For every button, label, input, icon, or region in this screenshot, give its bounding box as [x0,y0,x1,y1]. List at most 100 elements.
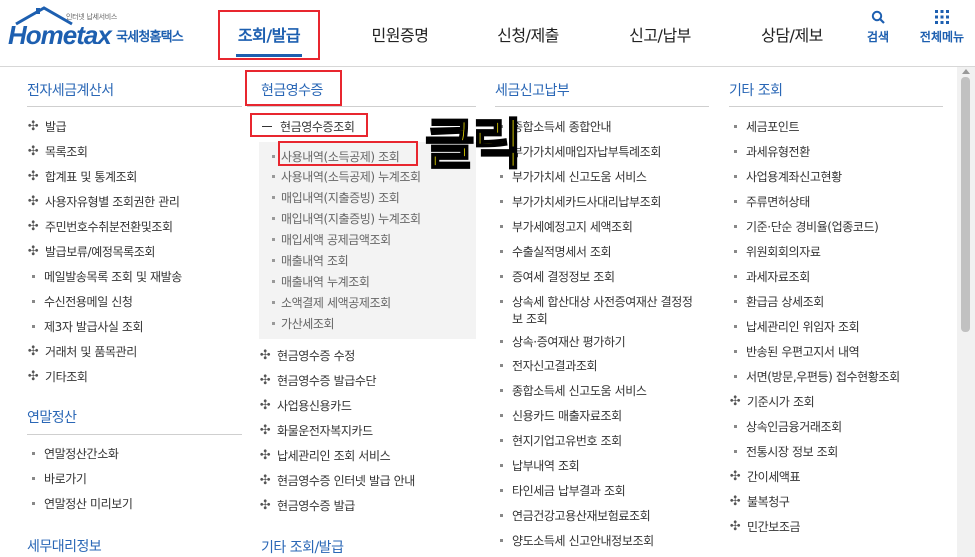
scroll-up-icon[interactable] [962,69,970,74]
vertical-scrollbar[interactable] [957,67,975,557]
menu-item[interactable]: 납부내역 조회 [495,457,580,474]
col-title-other-issue[interactable]: 기타 조회/발급 [261,537,344,557]
plus-icon: ✣ [259,423,271,438]
menu-item[interactable]: 주류면허상태 [729,193,810,210]
menu-item-label: 합계표 및 통계조회 [45,170,137,184]
menu-item[interactable]: 부가가치세카드사대리납부조회 [495,193,661,210]
bullet-icon [734,125,737,128]
plus-icon: ✣ [27,219,39,234]
search-button[interactable]: 검색 [860,10,896,45]
menu-item[interactable]: 환급금 상세조회 [729,293,824,310]
plus-icon: ✣ [259,498,271,513]
menu-item-label: 신용카드 매출자료조회 [512,409,622,423]
menu-item[interactable]: ✣ 화물운전자복지카드 [259,422,373,439]
menu-item[interactable]: 메일발송목록 조회 및 재발송 [27,268,182,285]
menu-item[interactable]: 사업용계좌신고현황 [729,168,842,185]
menu-item[interactable]: 상속세 합산대상 사전증여재산 결정정 [495,293,693,310]
menu-item-label: 수신전용메일 신청 [44,295,133,309]
submenu-item[interactable]: 매입내역(지출증빙) 조회 [272,189,400,206]
col-title-tax-agent[interactable]: 세무대리정보 [27,536,102,556]
menu-item[interactable]: ✣ 현금영수증 발급 [259,497,356,514]
menu-item-label: 부가가치세 신고도움 서비스 [512,170,647,184]
menu-item-continuation[interactable]: 보 조회 [512,310,548,327]
menu-item[interactable]: 위원회회의자료 [729,243,821,260]
divider [27,106,242,107]
menu-item[interactable]: 연말정산간소화 [27,445,119,462]
menu-item[interactable]: 세금포인트 [729,118,800,135]
menu-item[interactable]: 신용카드 매출자료조회 [495,407,622,424]
col-title-year-end[interactable]: 연말정산 [27,407,77,427]
nav-application[interactable]: 신청/제출 [478,0,578,67]
menu-item[interactable]: 서면(방문,우편등) 접수현황조회 [729,368,900,385]
menu-item[interactable]: 상속·증여재산 평가하기 [495,333,626,350]
col-title-tax-filing[interactable]: 세금신고납부 [495,80,570,100]
menu-item[interactable]: ✣ 거래처 및 품목관리 [27,343,138,360]
submenu-item[interactable]: 사용내역(소득공제) 누계조회 [272,168,421,185]
menu-item[interactable]: 상속인금융거래조회 [729,418,842,435]
submenu-item[interactable]: 매출내역 조회 [272,252,349,269]
plus-icon: ✣ [27,244,39,259]
menu-item-label: 과세자료조회 [746,270,810,284]
menu-item[interactable]: 현지기업고유번호 조회 [495,432,622,449]
submenu-item[interactable]: 가산세조회 [272,315,335,332]
plus-icon: ✣ [27,194,39,209]
submenu-item[interactable]: 소액결제 세액공제조회 [272,294,391,311]
menu-item[interactable]: ✣ 불복청구 [729,493,790,510]
menu-item[interactable]: 제3자 발급사실 조회 [27,318,144,335]
menu-item[interactable]: 수출실적명세서 조회 [495,243,612,260]
menu-item[interactable]: ✣ 발급보류/예정목록조회 [27,243,156,260]
menu-item[interactable]: 납세관리인 위임자 조회 [729,318,860,335]
bullet-icon [500,464,503,467]
menu-item[interactable]: ✣ 현금영수증 인터넷 발급 안내 [259,472,416,489]
menu-item[interactable]: 연말정산 미리보기 [27,495,133,512]
menu-item[interactable]: 연금건강고용산재보험료조회 [495,507,651,524]
submenu-item[interactable]: 매입세액 공제금액조회 [272,231,391,248]
menu-item[interactable]: ✣ 기타조회 [27,368,88,385]
menu-item[interactable]: ✣ 합계표 및 통계조회 [27,168,138,185]
menu-item[interactable]: ✣ 간이세액표 [729,468,801,485]
col-title-e-invoice[interactable]: 전자세금계산서 [27,80,114,100]
menu-item[interactable]: 바로가기 [27,470,87,487]
nav-label: 신고/납부 [629,25,691,45]
menu-item[interactable]: 양도소득세 신고안내정보조회 [495,532,654,549]
menu-item[interactable]: ✣ 목록조회 [27,143,88,160]
menu-item[interactable]: ✣ 민간보조금 [729,518,801,535]
hometax-logo[interactable]: 인터넷 납세서비스 Hometax 국세청홈택스 [6,6,191,54]
nav-certificates[interactable]: 민원증명 [350,0,450,67]
logo-subtitle: 국세청홈택스 [116,30,184,45]
submenu-item-label: 매입내역(지출증빙) 조회 [281,191,400,205]
nav-filing-payment[interactable]: 신고/납부 [610,0,710,67]
all-menu-button[interactable]: 전체메뉴 [914,10,970,45]
menu-item[interactable]: 과세유형전환 [729,143,810,160]
bullet-icon [734,275,737,278]
menu-item[interactable]: 반송된 우편고지서 내역 [729,343,860,360]
menu-item[interactable]: ✣ 주민번호수취분전환및조회 [27,218,173,235]
submenu-item[interactable]: 매출내역 누계조회 [272,273,370,290]
menu-item[interactable]: 전통시장 정보 조회 [729,443,838,460]
menu-item[interactable]: ✣ 현금영수증 발급수단 [259,372,377,389]
menu-item[interactable]: 부가세예정고지 세액조회 [495,218,633,235]
menu-item[interactable]: 종합소득세 신고도움 서비스 [495,382,647,399]
menu-item[interactable]: 증여세 결정정보 조회 [495,268,615,285]
scroll-thumb[interactable] [961,77,970,332]
menu-item[interactable]: ✣ 현금영수증 수정 [259,347,356,364]
menu-item-label: 사용자유형별 조회권한 관리 [45,195,180,209]
submenu-item-label: 가산세조회 [281,317,335,331]
menu-item[interactable]: ✣ 발급 [27,118,67,135]
menu-item[interactable]: ✣ 납세관리인 조회 서비스 [259,447,391,464]
menu-item[interactable]: ✣ 사업용신용카드 [259,397,352,414]
menu-item[interactable]: 기준·단순 경비율(업종코드) [729,218,879,235]
divider [495,106,709,107]
submenu-item[interactable]: 매입내역(지출증빙) 누계조회 [272,210,421,227]
menu-item[interactable]: 과세자료조회 [729,268,810,285]
col-title-other-lookup[interactable]: 기타 조회 [729,80,783,100]
menu-item[interactable]: 타인세금 납부결과 조회 [495,482,626,499]
nav-consultation[interactable]: 상담/제보 [742,0,842,67]
menu-item[interactable]: 전자신고결과조회 [495,357,598,374]
menu-item[interactable]: ✣ 사용자유형별 조회권한 관리 [27,193,180,210]
bullet-icon [272,301,275,304]
menu-item[interactable]: ✣ 기준시가 조회 [729,393,815,410]
menu-item-label: 주류면허상태 [746,195,810,209]
menu-item[interactable]: 수신전용메일 신청 [27,293,133,310]
submenu-item-label: 사용내역(소득공제) 누계조회 [281,170,421,184]
